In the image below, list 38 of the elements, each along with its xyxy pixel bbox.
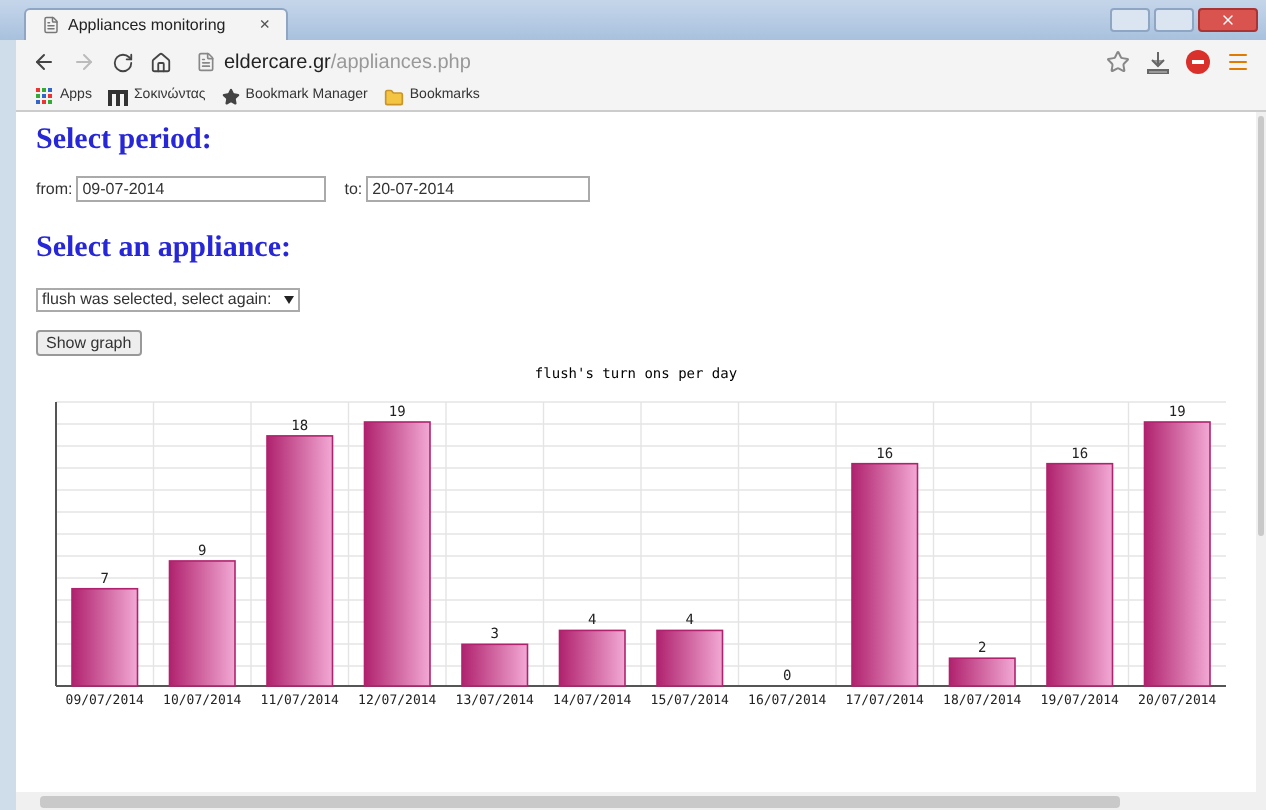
close-icon xyxy=(1220,12,1236,28)
download-icon[interactable] xyxy=(1146,51,1170,73)
bar xyxy=(948,657,1016,687)
show-graph-button[interactable]: Show graph xyxy=(36,330,142,356)
dropdown-arrow-icon xyxy=(283,296,294,304)
appliance-select[interactable]: flush was selected, select again: xyxy=(36,288,300,312)
from-label: from: xyxy=(36,177,73,201)
bar xyxy=(656,629,724,687)
section-heading: Select period: xyxy=(36,126,214,156)
home-icon[interactable] xyxy=(150,51,172,73)
bar xyxy=(168,560,236,687)
browser-tab[interactable]: Appliances monitoring × xyxy=(24,8,288,40)
bar xyxy=(71,587,139,687)
page-icon xyxy=(42,16,60,34)
back-icon[interactable] xyxy=(32,50,56,74)
address-bar[interactable]: eldercare.gr/appliances.php xyxy=(188,46,1090,78)
menu-icon[interactable] xyxy=(1226,50,1250,74)
bar xyxy=(461,643,529,687)
tab-title: Appliances monitoring xyxy=(68,13,226,37)
tab-close[interactable]: × xyxy=(259,11,270,39)
bookmark-star-icon[interactable] xyxy=(1106,50,1130,74)
section-heading: Select an appliance: xyxy=(36,234,293,264)
apps-grid-icon xyxy=(36,88,54,106)
to-label: to: xyxy=(344,177,363,201)
reload-icon[interactable] xyxy=(112,51,134,73)
url-text: eldercare.gr/appliances.php xyxy=(224,49,471,77)
maximize-button[interactable] xyxy=(1154,8,1194,32)
minimize-button[interactable] xyxy=(1110,8,1150,32)
stop-sign-icon[interactable] xyxy=(1186,50,1210,74)
from-date-field[interactable]: 09-07-2014 xyxy=(76,176,327,202)
folder-icon xyxy=(383,87,404,107)
m-logo-icon xyxy=(107,89,128,105)
to-date-field[interactable]: 20-07-2014 xyxy=(366,176,591,202)
close-button[interactable] xyxy=(1198,8,1258,32)
forward-icon[interactable] xyxy=(72,50,96,74)
star-icon xyxy=(221,88,240,106)
page-icon xyxy=(196,52,216,72)
bar xyxy=(558,629,626,687)
